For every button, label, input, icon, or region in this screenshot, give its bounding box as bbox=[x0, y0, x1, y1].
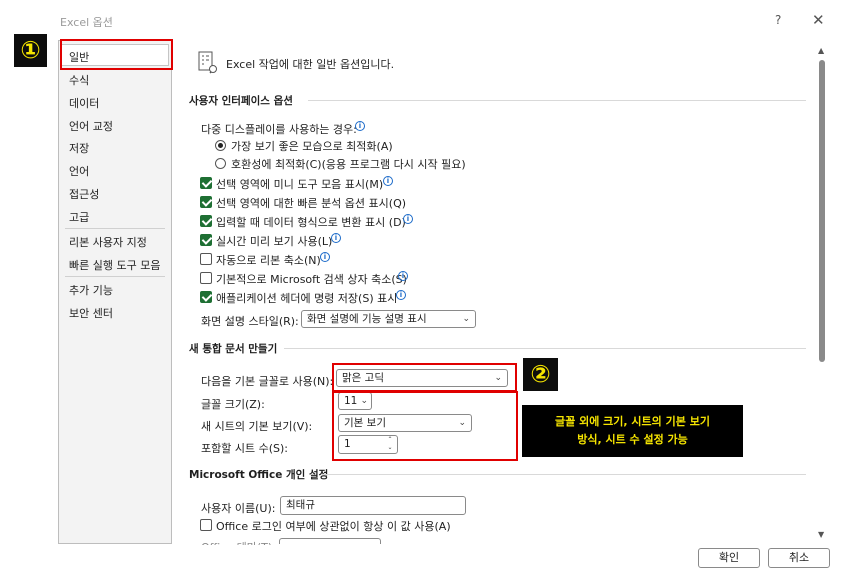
checkbox-collapse-ribbon-label[interactable]: 자동으로 리본 축소(N) bbox=[216, 252, 321, 268]
sidebar-item-save[interactable]: 저장 bbox=[69, 140, 89, 156]
callout-line-2: 방식, 시트 수 설정 가능 bbox=[577, 433, 688, 446]
section-title-ui: 사용자 인터페이스 옵션 bbox=[189, 95, 293, 107]
info-icon: i bbox=[403, 214, 413, 224]
chevron-down-icon: ⌄ bbox=[462, 314, 470, 324]
info-icon: i bbox=[320, 252, 330, 262]
username-label: 사용자 이름(U): bbox=[201, 502, 276, 515]
general-options-icon bbox=[198, 51, 217, 74]
checkbox-header-commands-label[interactable]: 애플리케이션 헤더에 명령 저장(S) 표시 bbox=[216, 290, 397, 306]
username-field[interactable]: 최태규 bbox=[280, 496, 466, 515]
checkbox-collapse-search[interactable] bbox=[200, 272, 212, 284]
info-icon: i bbox=[396, 290, 406, 300]
info-icon: i bbox=[331, 233, 341, 243]
sidebar-item-proofing[interactable]: 언어 교정 bbox=[69, 118, 113, 134]
default-font-label: 다음을 기본 글꼴로 사용(N): bbox=[201, 375, 334, 388]
callout-line-1: 글꼴 외에 크기, 시트의 기본 보기 bbox=[555, 415, 710, 428]
scroll-up-icon[interactable]: ▲ bbox=[818, 46, 824, 55]
checkbox-live-preview[interactable] bbox=[200, 234, 212, 246]
section-title-personalization: Microsoft Office 개인 설정 bbox=[189, 469, 329, 481]
sidebar-item-formulas[interactable]: 수식 bbox=[69, 72, 89, 88]
info-icon: i bbox=[383, 176, 393, 186]
checkbox-quick-analysis[interactable] bbox=[200, 196, 212, 208]
checkbox-collapse-search-label[interactable]: 기본적으로 Microsoft 검색 상자 축소(S) bbox=[216, 271, 407, 287]
radio-best-appearance[interactable] bbox=[215, 140, 226, 151]
sidebar-item-trust-center[interactable]: 보안 센터 bbox=[69, 305, 113, 321]
close-icon[interactable]: ✕ bbox=[812, 11, 825, 29]
highlight-box-general bbox=[60, 39, 173, 70]
checkbox-quick-analysis-label[interactable]: 선택 영역에 대한 빠른 분석 옵션 표시(Q) bbox=[216, 195, 406, 211]
office-theme-dropdown[interactable] bbox=[279, 538, 381, 544]
sheet-count-label: 포함할 시트 수(S): bbox=[201, 442, 288, 455]
checkbox-collapse-ribbon[interactable] bbox=[200, 253, 212, 265]
highlight-box-default-font bbox=[332, 363, 517, 392]
checkbox-always-use-values[interactable] bbox=[200, 519, 212, 531]
checkbox-mini-toolbar-label[interactable]: 선택 영역에 미니 도구 모음 표시(M) bbox=[216, 176, 383, 192]
annotation-badge-2: ② bbox=[523, 358, 558, 391]
radio-compatibility[interactable] bbox=[215, 158, 226, 169]
ok-button[interactable]: 확인 bbox=[698, 548, 760, 568]
sidebar-item-language[interactable]: 언어 bbox=[69, 163, 89, 179]
options-scrollbar[interactable]: ▲ ▼ bbox=[815, 44, 829, 544]
category-sidebar: 일반 수식 데이터 언어 교정 저장 언어 접근성 고급 리본 사용자 지정 빠… bbox=[58, 40, 172, 544]
radio-compatibility-label[interactable]: 호환성에 최적화(C)(응용 프로그램 다시 시작 필요) bbox=[231, 156, 466, 172]
sidebar-item-add-ins[interactable]: 추가 기능 bbox=[69, 282, 113, 298]
annotation-callout: 글꼴 외에 크기, 시트의 기본 보기 방식, 시트 수 설정 가능 bbox=[522, 405, 743, 457]
highlight-box-new-workbook-options bbox=[332, 391, 518, 461]
page-header: Excel 작업에 대한 일반 옵션입니다. bbox=[226, 58, 395, 71]
default-view-label: 새 시트의 기본 보기(V): bbox=[201, 420, 313, 433]
screentip-style-value: 화면 설명에 기능 설명 표시 bbox=[307, 313, 427, 325]
screentip-style-label: 화면 설명 스타일(R): bbox=[201, 315, 299, 328]
info-icon: i bbox=[398, 271, 408, 281]
scroll-thumb[interactable] bbox=[819, 60, 825, 362]
annotation-badge-1: ① bbox=[14, 34, 47, 67]
checkbox-always-use-values-label[interactable]: Office 로그인 여부에 상관없이 항상 이 값 사용(A) bbox=[216, 518, 451, 534]
window-title: Excel 옵션 bbox=[60, 16, 113, 29]
sidebar-item-advanced[interactable]: 고급 bbox=[69, 209, 89, 225]
checkbox-header-commands[interactable] bbox=[200, 291, 212, 303]
multi-display-label: 다중 디스플레이를 사용하는 경우: bbox=[201, 123, 357, 136]
checkbox-live-preview-label[interactable]: 실시간 미리 보기 사용(L) bbox=[216, 233, 332, 249]
font-size-label: 글꼴 크기(Z): bbox=[201, 398, 265, 411]
sidebar-item-data[interactable]: 데이터 bbox=[69, 95, 99, 111]
cancel-button[interactable]: 취소 bbox=[768, 548, 830, 568]
office-theme-label: Office 테마(T): bbox=[201, 539, 276, 545]
username-value: 최태규 bbox=[286, 499, 315, 511]
checkbox-mini-toolbar[interactable] bbox=[200, 177, 212, 189]
sidebar-divider bbox=[65, 228, 165, 229]
section-title-new-workbook: 새 통합 문서 만들기 bbox=[189, 343, 278, 355]
sidebar-divider bbox=[65, 276, 165, 277]
section-divider bbox=[284, 348, 806, 349]
section-divider bbox=[322, 474, 806, 475]
scroll-down-icon[interactable]: ▼ bbox=[818, 530, 824, 539]
checkbox-data-types-label[interactable]: 입력할 때 데이터 형식으로 변환 표시 (D) bbox=[216, 214, 406, 230]
checkbox-data-types[interactable] bbox=[200, 215, 212, 227]
info-icon: i bbox=[355, 121, 365, 131]
screentip-style-dropdown[interactable]: 화면 설명에 기능 설명 표시 ⌄ bbox=[301, 310, 476, 328]
radio-best-appearance-label[interactable]: 가장 보기 좋은 모습으로 최적화(A) bbox=[231, 138, 393, 154]
sidebar-item-accessibility[interactable]: 접근성 bbox=[69, 186, 99, 202]
help-icon[interactable]: ? bbox=[775, 13, 781, 27]
sidebar-item-quick-access-toolbar[interactable]: 빠른 실행 도구 모음 bbox=[69, 257, 160, 273]
sidebar-item-customize-ribbon[interactable]: 리본 사용자 지정 bbox=[69, 234, 147, 250]
section-divider bbox=[308, 100, 806, 101]
